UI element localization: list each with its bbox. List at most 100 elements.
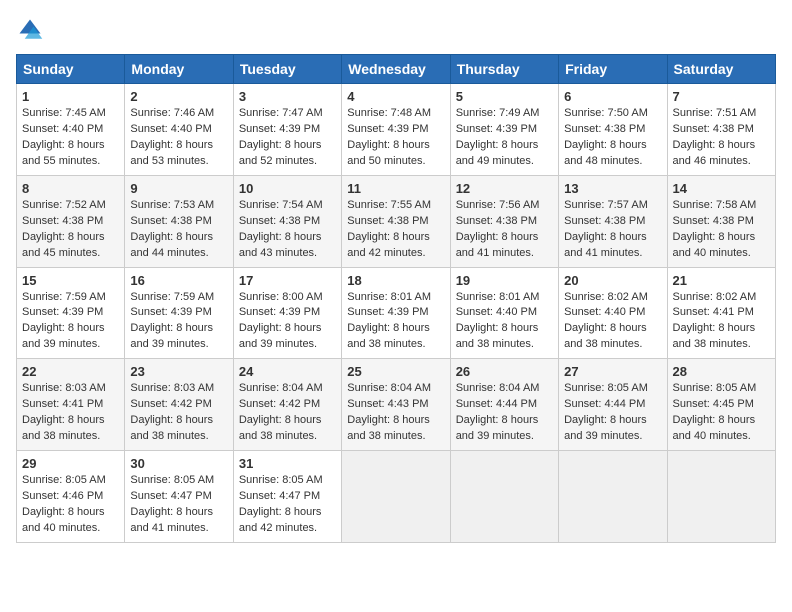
day-number: 3 [239,89,336,104]
calendar-day-cell: 29 Sunrise: 8:05 AMSunset: 4:46 PMDaylig… [17,451,125,543]
day-info: Sunrise: 7:47 AMSunset: 4:39 PMDaylight:… [239,106,336,170]
day-info: Sunrise: 7:55 AMSunset: 4:38 PMDaylight:… [347,198,444,262]
day-number: 26 [456,364,553,379]
calendar-day-cell: 17 Sunrise: 8:00 AMSunset: 4:39 PMDaylig… [233,267,341,359]
day-number: 9 [130,181,227,196]
day-info: Sunrise: 8:04 AMSunset: 4:44 PMDaylight:… [456,381,553,445]
day-info: Sunrise: 7:45 AMSunset: 4:40 PMDaylight:… [22,106,119,170]
day-number: 18 [347,273,444,288]
day-info: Sunrise: 7:53 AMSunset: 4:38 PMDaylight:… [130,198,227,262]
calendar-week-row: 22 Sunrise: 8:03 AMSunset: 4:41 PMDaylig… [17,359,776,451]
calendar-day-cell: 11 Sunrise: 7:55 AMSunset: 4:38 PMDaylig… [342,175,450,267]
calendar-day-cell: 20 Sunrise: 8:02 AMSunset: 4:40 PMDaylig… [559,267,667,359]
day-number: 29 [22,456,119,471]
day-info: Sunrise: 7:54 AMSunset: 4:38 PMDaylight:… [239,198,336,262]
calendar-day-cell: 24 Sunrise: 8:04 AMSunset: 4:42 PMDaylig… [233,359,341,451]
day-info: Sunrise: 8:00 AMSunset: 4:39 PMDaylight:… [239,290,336,354]
day-info: Sunrise: 7:46 AMSunset: 4:40 PMDaylight:… [130,106,227,170]
day-number: 10 [239,181,336,196]
day-number: 6 [564,89,661,104]
day-info: Sunrise: 7:52 AMSunset: 4:38 PMDaylight:… [22,198,119,262]
day-number: 19 [456,273,553,288]
day-info: Sunrise: 8:02 AMSunset: 4:40 PMDaylight:… [564,290,661,354]
calendar-day-cell: 10 Sunrise: 7:54 AMSunset: 4:38 PMDaylig… [233,175,341,267]
calendar-day-cell: 7 Sunrise: 7:51 AMSunset: 4:38 PMDayligh… [667,84,775,176]
day-number: 5 [456,89,553,104]
calendar-day-cell: 30 Sunrise: 8:05 AMSunset: 4:47 PMDaylig… [125,451,233,543]
day-info: Sunrise: 7:51 AMSunset: 4:38 PMDaylight:… [673,106,770,170]
logo-icon [16,16,44,44]
day-info: Sunrise: 8:01 AMSunset: 4:40 PMDaylight:… [456,290,553,354]
weekday-header-cell: Sunday [17,55,125,84]
day-number: 4 [347,89,444,104]
day-number: 21 [673,273,770,288]
calendar-day-cell: 25 Sunrise: 8:04 AMSunset: 4:43 PMDaylig… [342,359,450,451]
day-number: 22 [22,364,119,379]
weekday-header-cell: Thursday [450,55,558,84]
calendar-day-cell: 22 Sunrise: 8:03 AMSunset: 4:41 PMDaylig… [17,359,125,451]
day-number: 24 [239,364,336,379]
day-number: 30 [130,456,227,471]
calendar-day-cell: 18 Sunrise: 8:01 AMSunset: 4:39 PMDaylig… [342,267,450,359]
day-number: 12 [456,181,553,196]
calendar-day-cell: 8 Sunrise: 7:52 AMSunset: 4:38 PMDayligh… [17,175,125,267]
calendar-week-row: 15 Sunrise: 7:59 AMSunset: 4:39 PMDaylig… [17,267,776,359]
calendar-day-cell: 28 Sunrise: 8:05 AMSunset: 4:45 PMDaylig… [667,359,775,451]
calendar-day-cell: 15 Sunrise: 7:59 AMSunset: 4:39 PMDaylig… [17,267,125,359]
day-number: 13 [564,181,661,196]
calendar-day-cell: 4 Sunrise: 7:48 AMSunset: 4:39 PMDayligh… [342,84,450,176]
page-header [16,16,776,44]
calendar-day-cell [342,451,450,543]
day-info: Sunrise: 7:56 AMSunset: 4:38 PMDaylight:… [456,198,553,262]
calendar-week-row: 1 Sunrise: 7:45 AMSunset: 4:40 PMDayligh… [17,84,776,176]
calendar-day-cell: 12 Sunrise: 7:56 AMSunset: 4:38 PMDaylig… [450,175,558,267]
day-info: Sunrise: 8:03 AMSunset: 4:41 PMDaylight:… [22,381,119,445]
day-number: 23 [130,364,227,379]
day-info: Sunrise: 8:01 AMSunset: 4:39 PMDaylight:… [347,290,444,354]
day-number: 25 [347,364,444,379]
calendar-day-cell: 1 Sunrise: 7:45 AMSunset: 4:40 PMDayligh… [17,84,125,176]
calendar-day-cell: 13 Sunrise: 7:57 AMSunset: 4:38 PMDaylig… [559,175,667,267]
day-number: 16 [130,273,227,288]
calendar-day-cell: 23 Sunrise: 8:03 AMSunset: 4:42 PMDaylig… [125,359,233,451]
weekday-header-cell: Saturday [667,55,775,84]
day-info: Sunrise: 7:48 AMSunset: 4:39 PMDaylight:… [347,106,444,170]
calendar-table: SundayMondayTuesdayWednesdayThursdayFrid… [16,54,776,543]
calendar-day-cell: 9 Sunrise: 7:53 AMSunset: 4:38 PMDayligh… [125,175,233,267]
calendar-day-cell: 6 Sunrise: 7:50 AMSunset: 4:38 PMDayligh… [559,84,667,176]
calendar-day-cell: 19 Sunrise: 8:01 AMSunset: 4:40 PMDaylig… [450,267,558,359]
calendar-day-cell: 27 Sunrise: 8:05 AMSunset: 4:44 PMDaylig… [559,359,667,451]
day-info: Sunrise: 8:04 AMSunset: 4:42 PMDaylight:… [239,381,336,445]
day-info: Sunrise: 8:05 AMSunset: 4:47 PMDaylight:… [130,473,227,537]
day-number: 7 [673,89,770,104]
weekday-header-cell: Monday [125,55,233,84]
calendar-day-cell: 3 Sunrise: 7:47 AMSunset: 4:39 PMDayligh… [233,84,341,176]
day-number: 17 [239,273,336,288]
day-info: Sunrise: 7:58 AMSunset: 4:38 PMDaylight:… [673,198,770,262]
calendar-day-cell: 21 Sunrise: 8:02 AMSunset: 4:41 PMDaylig… [667,267,775,359]
day-number: 8 [22,181,119,196]
calendar-day-cell [559,451,667,543]
calendar-body: 1 Sunrise: 7:45 AMSunset: 4:40 PMDayligh… [17,84,776,543]
calendar-week-row: 29 Sunrise: 8:05 AMSunset: 4:46 PMDaylig… [17,451,776,543]
day-info: Sunrise: 8:03 AMSunset: 4:42 PMDaylight:… [130,381,227,445]
day-info: Sunrise: 8:02 AMSunset: 4:41 PMDaylight:… [673,290,770,354]
day-info: Sunrise: 7:49 AMSunset: 4:39 PMDaylight:… [456,106,553,170]
weekday-header-row: SundayMondayTuesdayWednesdayThursdayFrid… [17,55,776,84]
calendar-day-cell: 2 Sunrise: 7:46 AMSunset: 4:40 PMDayligh… [125,84,233,176]
calendar-day-cell [450,451,558,543]
day-number: 28 [673,364,770,379]
calendar-week-row: 8 Sunrise: 7:52 AMSunset: 4:38 PMDayligh… [17,175,776,267]
day-info: Sunrise: 8:05 AMSunset: 4:47 PMDaylight:… [239,473,336,537]
calendar-day-cell: 5 Sunrise: 7:49 AMSunset: 4:39 PMDayligh… [450,84,558,176]
day-number: 15 [22,273,119,288]
calendar-day-cell: 31 Sunrise: 8:05 AMSunset: 4:47 PMDaylig… [233,451,341,543]
day-info: Sunrise: 7:59 AMSunset: 4:39 PMDaylight:… [22,290,119,354]
day-number: 27 [564,364,661,379]
calendar-day-cell: 14 Sunrise: 7:58 AMSunset: 4:38 PMDaylig… [667,175,775,267]
calendar-day-cell: 16 Sunrise: 7:59 AMSunset: 4:39 PMDaylig… [125,267,233,359]
day-info: Sunrise: 8:05 AMSunset: 4:45 PMDaylight:… [673,381,770,445]
day-number: 14 [673,181,770,196]
day-number: 31 [239,456,336,471]
weekday-header-cell: Tuesday [233,55,341,84]
